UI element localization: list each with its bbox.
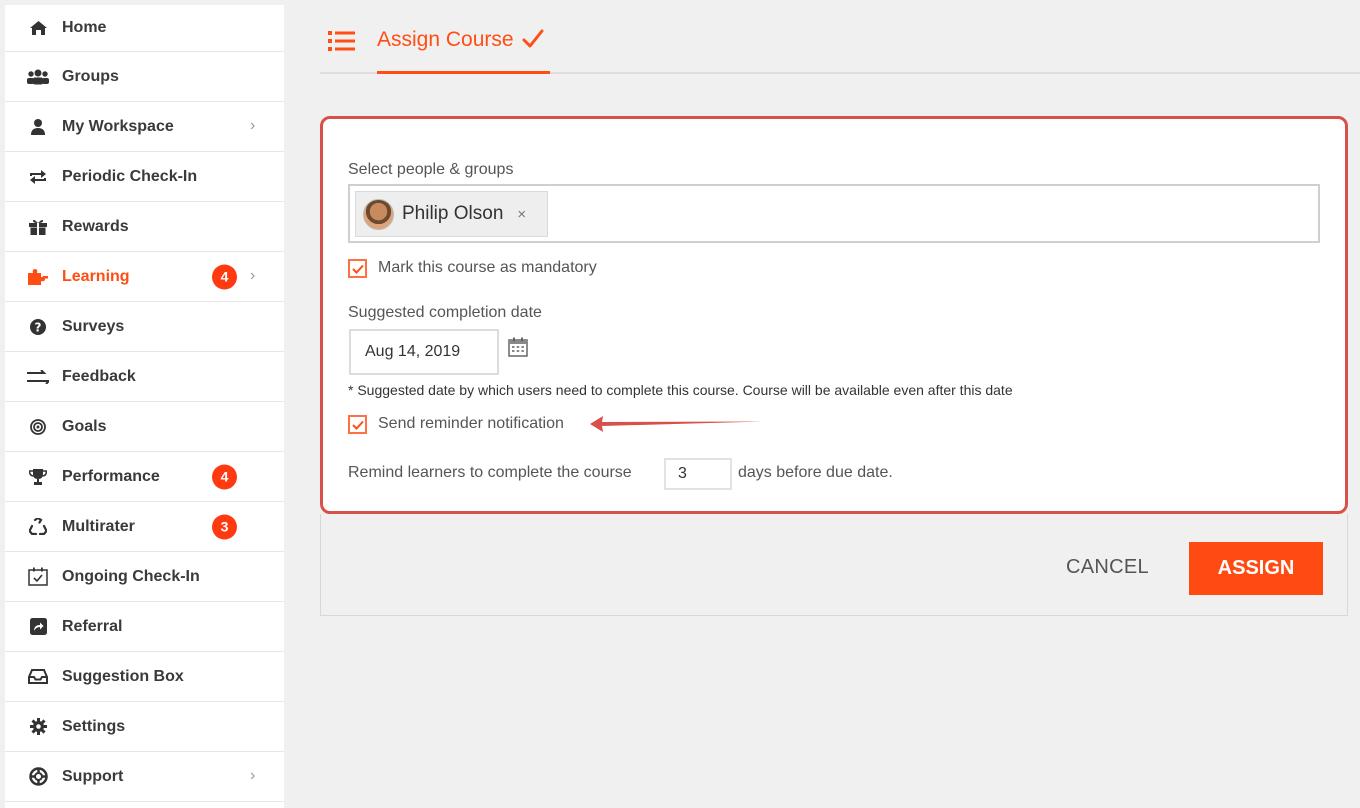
refresh-icon: [27, 168, 49, 186]
notification-badge: 3: [212, 514, 237, 539]
assign-course-form: Select people & groups Philip Olson × Ma…: [320, 116, 1348, 514]
sidebar-item-label: Groups: [62, 67, 119, 85]
sidebar-item-feedback[interactable]: Feedback: [5, 352, 284, 402]
form-actions: CANCEL ASSIGN: [320, 514, 1348, 616]
sidebar-item-label: Multirater: [62, 517, 135, 535]
sidebar-item-label: Rewards: [62, 217, 129, 235]
sidebar-item-label: Feedback: [62, 367, 136, 385]
chevron-right-icon: ›: [250, 116, 256, 134]
sidebar-item-surveys[interactable]: ? Surveys: [5, 302, 284, 352]
calendar-icon[interactable]: [508, 337, 528, 357]
close-icon[interactable]: ×: [517, 206, 526, 223]
sidebar-item-label: Periodic Check-In: [62, 167, 198, 185]
recycle-icon: [27, 518, 49, 536]
puzzle-icon: [27, 268, 49, 286]
sidebar-item-label: Support: [62, 767, 124, 785]
exchange-icon: [27, 368, 49, 386]
remind-prefix: Remind learners to complete the course: [348, 464, 632, 481]
notification-badge: 4: [212, 264, 237, 289]
gift-icon: [27, 218, 49, 236]
trophy-icon: [27, 468, 49, 486]
sidebar-item-referral[interactable]: Referral: [5, 602, 284, 652]
tab-label: Assign Course: [377, 28, 514, 51]
remind-days-input[interactable]: 3: [664, 458, 732, 490]
reminder-label: Send reminder notification: [378, 415, 564, 432]
sidebar-item-label: Referral: [62, 617, 123, 635]
sidebar-item-periodic-check-in[interactable]: Periodic Check-In: [5, 152, 284, 202]
notification-badge: 4: [212, 464, 237, 489]
sidebar: Home Groups My Workspace › Periodic Chec…: [5, 5, 284, 808]
sidebar-item-home[interactable]: Home: [5, 5, 284, 52]
sidebar-item-label: Performance: [62, 467, 160, 485]
groups-icon: [27, 68, 49, 86]
sidebar-item-label: My Workspace: [62, 117, 174, 135]
sidebar-item-label: Goals: [62, 417, 107, 435]
chevron-right-icon: ›: [250, 266, 256, 284]
sidebar-item-suggestion-box[interactable]: Suggestion Box: [5, 652, 284, 702]
sidebar-item-support[interactable]: Support ›: [5, 752, 284, 802]
sidebar-item-label: Suggestion Box: [62, 667, 184, 685]
sidebar-item-learning[interactable]: Learning 4 ›: [5, 252, 284, 302]
cancel-button[interactable]: CANCEL: [1066, 556, 1149, 579]
svg-text:?: ?: [35, 320, 42, 334]
sidebar-item-label: Ongoing Check-In: [62, 567, 200, 585]
calendar-check-icon: [27, 567, 49, 586]
reminder-checkbox[interactable]: [348, 415, 367, 434]
people-select-input[interactable]: Philip Olson ×: [348, 184, 1320, 243]
sidebar-item-label: Surveys: [62, 317, 125, 335]
checkmark-icon: [522, 29, 544, 54]
gear-icon: [27, 718, 49, 736]
avatar: [363, 198, 394, 230]
sidebar-item-performance[interactable]: Performance 4: [5, 452, 284, 502]
sidebar-item-label: Home: [62, 19, 107, 36]
sidebar-item-my-workspace[interactable]: My Workspace ›: [5, 102, 284, 152]
sidebar-item-ongoing-check-in[interactable]: Ongoing Check-In: [5, 552, 284, 602]
selected-person-chip: Philip Olson ×: [355, 191, 548, 237]
date-label: Suggested completion date: [348, 304, 542, 321]
annotation-arrow-icon: [587, 412, 767, 436]
lifebuoy-icon: [27, 767, 49, 786]
assign-button[interactable]: ASSIGN: [1189, 542, 1323, 595]
mandatory-label: Mark this course as mandatory: [378, 259, 597, 276]
sidebar-item-multirater[interactable]: Multirater 3: [5, 502, 284, 552]
chevron-right-icon: ›: [250, 766, 256, 784]
inbox-icon: [27, 668, 49, 686]
user-icon: [27, 118, 49, 136]
share-icon: [27, 618, 49, 636]
sidebar-item-label: Settings: [62, 717, 126, 735]
tab-assign-course[interactable]: Assign Course: [377, 28, 550, 74]
home-icon: [27, 19, 49, 37]
sidebar-item-label: Learning: [62, 267, 130, 285]
sidebar-item-groups[interactable]: Groups: [5, 52, 284, 102]
sidebar-item-rewards[interactable]: Rewards: [5, 202, 284, 252]
people-label: Select people & groups: [348, 161, 514, 178]
sidebar-item-settings[interactable]: Settings: [5, 702, 284, 752]
date-note: * Suggested date by which users need to …: [348, 382, 1013, 398]
selected-person-name: Philip Olson: [402, 203, 504, 224]
target-icon: [27, 418, 49, 436]
remind-suffix: days before due date.: [738, 464, 893, 481]
sidebar-item-goals[interactable]: Goals: [5, 402, 284, 452]
tab-bar: Assign Course: [320, 0, 1360, 74]
question-icon: ?: [27, 318, 49, 336]
list-icon[interactable]: [328, 30, 356, 52]
mandatory-checkbox[interactable]: [348, 259, 367, 278]
completion-date-input[interactable]: Aug 14, 2019: [349, 329, 499, 375]
